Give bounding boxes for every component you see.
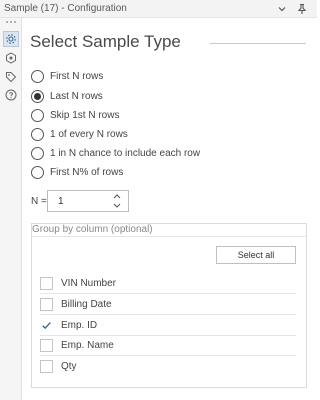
window-title: Sample (17) - Configuration xyxy=(4,3,127,14)
column-label: Emp. Name xyxy=(61,340,114,351)
radio-one-in-n-chance[interactable]: 1 in N chance to include each row xyxy=(31,145,200,161)
group-by-divider xyxy=(32,236,307,237)
chevron-down-icon[interactable] xyxy=(108,201,126,210)
radio-label: First N% of rows xyxy=(50,166,124,178)
radio-label: Skip 1st N rows xyxy=(50,109,120,121)
radio-first-n-rows[interactable]: First N rows xyxy=(31,68,103,84)
n-value: 1 xyxy=(58,196,64,207)
column-checkbox[interactable] xyxy=(40,277,53,290)
radio-button[interactable] xyxy=(31,89,44,103)
column-checkbox[interactable] xyxy=(40,298,53,311)
column-label: Billing Date xyxy=(61,299,112,310)
radio-button[interactable] xyxy=(31,108,44,122)
radio-skip-first-n-rows[interactable]: Skip 1st N rows xyxy=(31,107,119,123)
radio-last-n-rows[interactable]: Last N rows xyxy=(31,88,103,104)
column-row-qty[interactable]: Qty xyxy=(40,357,296,377)
connection-icon[interactable] xyxy=(3,50,19,66)
column-row-emp-name[interactable]: Emp. Name xyxy=(40,336,296,356)
pin-icon[interactable] xyxy=(295,2,309,16)
radio-label: 1 in N chance to include each row xyxy=(50,147,201,159)
group-by-title: Group by column (optional) xyxy=(32,224,153,235)
select-all-button[interactable]: Select all xyxy=(216,246,296,264)
radio-label: First N rows xyxy=(50,70,104,82)
radio-button[interactable] xyxy=(31,69,44,83)
checkmark-icon xyxy=(42,322,51,330)
help-icon[interactable] xyxy=(3,87,19,103)
drag-handle[interactable] xyxy=(6,21,16,24)
page-title: Select Sample Type xyxy=(30,32,181,51)
column-row-billing-date[interactable]: Billing Date xyxy=(40,295,296,315)
column-checkbox[interactable] xyxy=(40,360,53,373)
chevron-up-icon[interactable] xyxy=(108,192,126,201)
radio-button[interactable] xyxy=(31,165,44,179)
column-row-emp-id[interactable]: Emp. ID xyxy=(40,316,296,336)
radio-first-n-percent[interactable]: First N% of rows xyxy=(31,164,123,180)
column-checkbox[interactable] xyxy=(40,319,53,332)
config-sidebar xyxy=(0,18,22,400)
column-label: VIN Number xyxy=(61,278,117,289)
radio-label: Last N rows xyxy=(50,90,103,102)
radio-button[interactable] xyxy=(31,146,44,160)
column-checkbox[interactable] xyxy=(40,339,53,352)
radio-button[interactable] xyxy=(31,127,44,141)
n-field-label: N = xyxy=(31,196,47,207)
tag-icon[interactable] xyxy=(3,69,19,85)
radio-label: 1 of every N rows xyxy=(50,128,128,140)
column-row-vin-number[interactable]: VIN Number xyxy=(40,274,296,294)
column-label: Qty xyxy=(61,361,77,372)
chevron-down-icon[interactable] xyxy=(275,2,289,16)
window-titlebar: Sample (17) - Configuration xyxy=(0,0,317,18)
n-value-stepper[interactable]: 1 xyxy=(47,190,129,212)
column-label: Emp. ID xyxy=(61,320,98,331)
gear-icon[interactable] xyxy=(3,31,19,47)
heading-divider xyxy=(210,43,306,44)
radio-one-of-every-n-rows[interactable]: 1 of every N rows xyxy=(31,126,128,142)
radio-selected-dot xyxy=(34,92,41,100)
